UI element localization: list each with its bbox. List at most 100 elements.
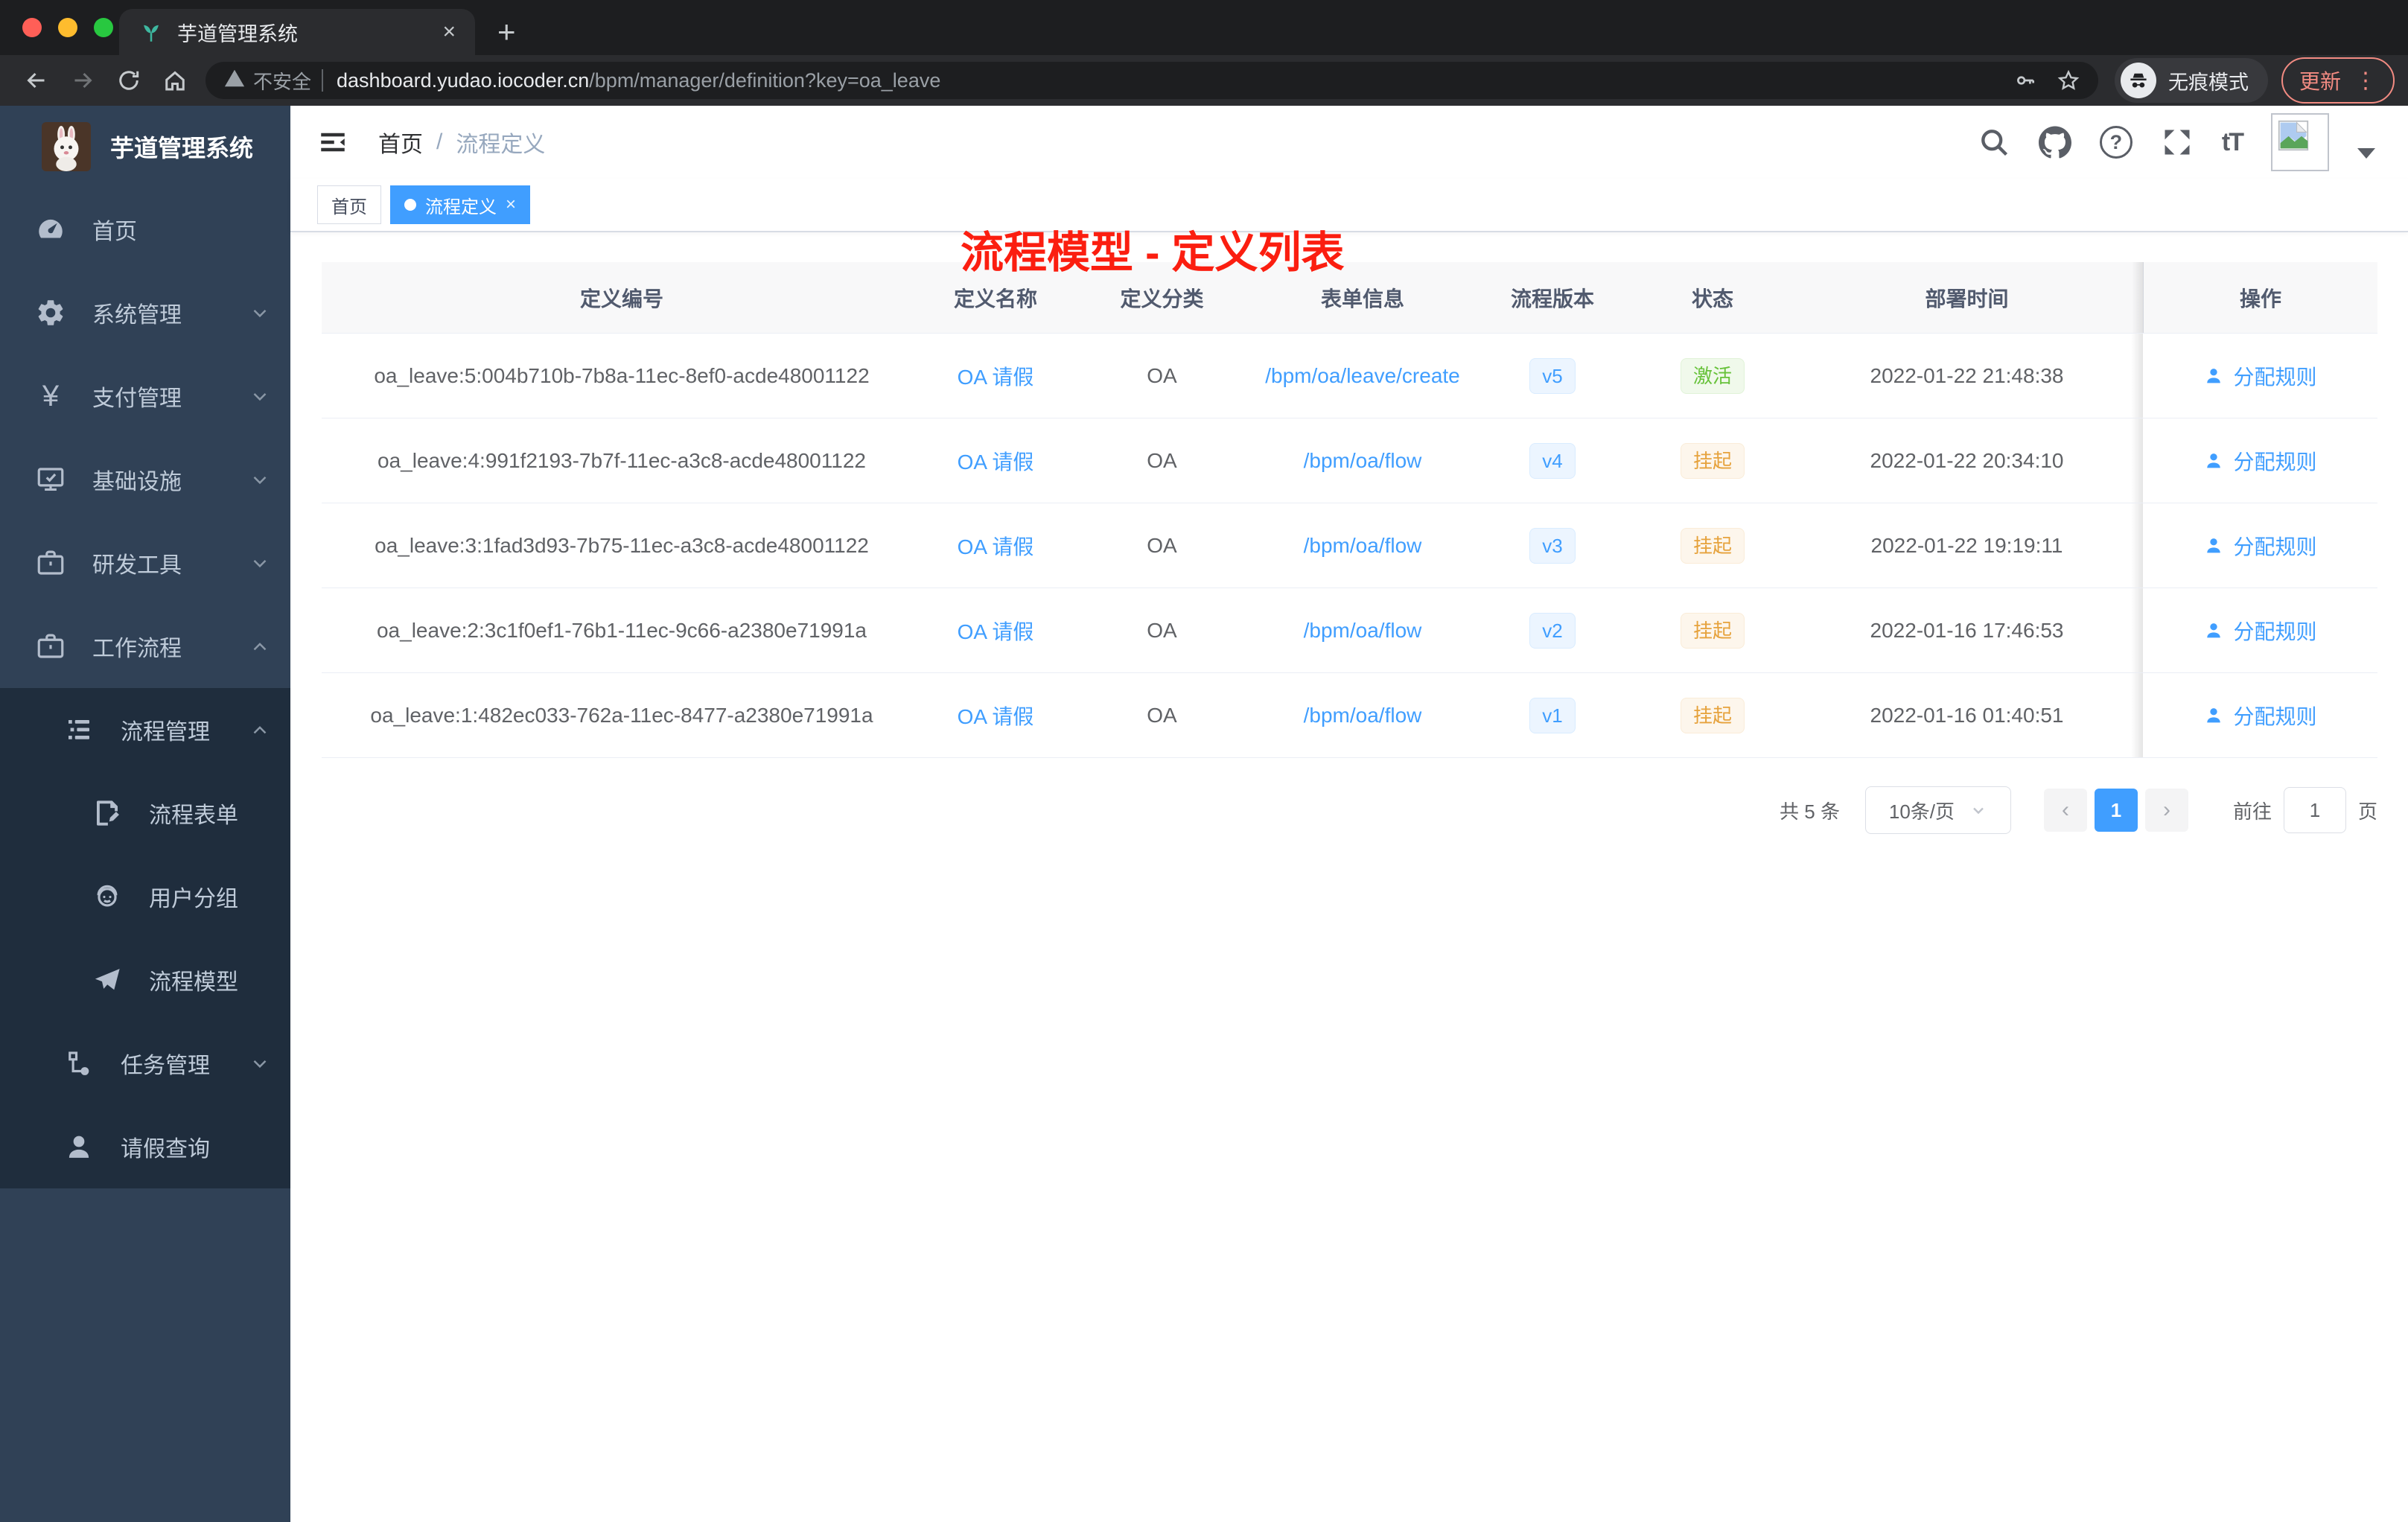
briefcase-icon xyxy=(33,631,69,662)
window-controls[interactable] xyxy=(22,18,113,37)
app-logo-rabbit-image xyxy=(42,122,91,171)
form-info-link[interactable]: /bpm/oa/flow xyxy=(1304,704,1422,727)
cell-category: OA xyxy=(1147,703,1177,727)
home-button[interactable] xyxy=(152,67,198,94)
minimize-window-button[interactable] xyxy=(58,18,77,37)
col-header-actions: 操作 xyxy=(2132,262,2377,333)
sidebar-item-infrastructure[interactable]: 基础设施 xyxy=(0,438,290,521)
reload-button[interactable] xyxy=(106,67,152,94)
sidebar-item-home[interactable]: 首页 xyxy=(0,188,290,271)
col-header-deploy-time: 部署时间 xyxy=(1925,287,2009,311)
sidebar-item-leave-query[interactable]: 请假查询 xyxy=(0,1105,290,1188)
definition-name-link[interactable]: OA 请假 xyxy=(958,701,1034,730)
form-info-link[interactable]: /bpm/oa/flow xyxy=(1304,619,1422,643)
breadcrumb-home[interactable]: 首页 xyxy=(378,126,423,159)
url-host[interactable]: dashboard.yudao.iocoder.cn xyxy=(337,69,589,92)
not-secure-warning-icon[interactable] xyxy=(223,67,246,95)
sidebar-item-user-group[interactable]: 用户分组 xyxy=(0,855,290,938)
sidebar-item-system[interactable]: 系统管理 xyxy=(0,271,290,354)
bookmark-star-icon[interactable] xyxy=(2057,69,2080,92)
paper-plane-icon xyxy=(89,964,125,996)
sidebar-item-process-model[interactable]: 流程模型 xyxy=(0,938,290,1022)
table-header-row: 定义编号 定义名称 定义分类 表单信息 流程版本 状态 部署时间 操作 xyxy=(322,262,2377,334)
chevron-down-icon xyxy=(249,468,271,491)
active-dot xyxy=(404,199,416,211)
cell-definition-id: oa_leave:5:004b710b-7b8a-11ec-8ef0-acde4… xyxy=(374,363,870,387)
avatar-broken-image[interactable] xyxy=(2271,113,2329,171)
security-label[interactable]: 不安全 xyxy=(253,67,311,95)
goto-page-input[interactable] xyxy=(2283,787,2346,833)
page-header: 首页 / 流程定义 流程模型 - 定义列表 ? tT xyxy=(290,106,2408,277)
form-info-link[interactable]: /bpm/oa/flow xyxy=(1304,449,1422,473)
tag-item[interactable]: 首页 xyxy=(317,185,381,224)
col-header-category: 定义分类 xyxy=(1120,287,1204,311)
zoom-window-button[interactable] xyxy=(94,18,113,37)
close-window-button[interactable] xyxy=(22,18,42,37)
sidebar-item-devtools[interactable]: 研发工具 xyxy=(0,521,290,605)
forward-button[interactable] xyxy=(60,67,106,94)
sidebar-item-label: 系统管理 xyxy=(92,303,182,328)
col-header-form: 表单信息 xyxy=(1320,287,1404,311)
sidebar-logo[interactable]: 芋道管理系统 xyxy=(0,106,290,188)
sidebar-item-label: 用户分组 xyxy=(149,887,238,911)
incognito-badge: 无痕模式 xyxy=(2114,58,2268,103)
assign-rule-link[interactable]: 分配规则 xyxy=(2203,701,2317,730)
key-icon[interactable] xyxy=(2013,69,2037,92)
user-group-icon xyxy=(89,881,125,912)
current-page-button[interactable]: 1 xyxy=(2094,789,2138,832)
tab-close-icon[interactable]: × xyxy=(442,19,456,45)
definition-name-link[interactable]: OA 请假 xyxy=(958,616,1034,646)
assign-rule-link[interactable]: 分配规则 xyxy=(2203,531,2317,561)
version-badge: v4 xyxy=(1529,442,1576,479)
form-info-link[interactable]: /bpm/oa/leave/create xyxy=(1265,364,1460,388)
form-info-link[interactable]: /bpm/oa/flow xyxy=(1304,534,1422,558)
chevron-down-icon xyxy=(249,385,271,407)
sidebar-item-label: 流程表单 xyxy=(149,803,238,828)
cell-category: OA xyxy=(1147,363,1177,387)
assign-rule-link[interactable]: 分配规则 xyxy=(2203,616,2317,646)
version-badge: v5 xyxy=(1529,357,1576,394)
back-button[interactable] xyxy=(13,67,60,94)
goto-label: 前往 xyxy=(2232,800,2272,823)
update-label[interactable]: 更新 xyxy=(2299,66,2341,95)
next-page-button[interactable]: › xyxy=(2144,789,2188,832)
update-button[interactable]: 更新 ⋮ xyxy=(2281,57,2395,104)
version-badge: v1 xyxy=(1529,697,1576,733)
sidebar-item-payment[interactable]: ¥ 支付管理 xyxy=(0,354,290,438)
browser-chrome: 芋道管理系统 × + 不安全 dashboard.yudao.iocoder.c… xyxy=(0,0,2408,106)
github-icon[interactable] xyxy=(2038,126,2071,159)
url-divider xyxy=(322,69,324,92)
assign-rule-link[interactable]: 分配规则 xyxy=(2203,361,2317,391)
assign-rule-label: 分配规则 xyxy=(2233,365,2317,389)
font-size-icon[interactable]: tT xyxy=(2222,128,2244,157)
tag-active[interactable]: 流程定义 × xyxy=(390,185,531,224)
avatar-dropdown-caret-icon[interactable] xyxy=(2357,148,2375,159)
url-path[interactable]: /bpm/manager/definition?key=oa_leave xyxy=(589,69,940,92)
browser-menu-icon[interactable]: ⋮ xyxy=(2354,68,2377,94)
help-icon[interactable]: ? xyxy=(2099,126,2133,159)
new-tab-button[interactable]: + xyxy=(497,16,516,48)
status-badge: 挂起 xyxy=(1680,612,1745,649)
cell-category: OA xyxy=(1147,448,1177,472)
chevron-up-icon xyxy=(249,719,271,741)
prev-page-button[interactable]: ‹ xyxy=(2043,789,2087,832)
assign-rule-link[interactable]: 分配规则 xyxy=(2203,446,2317,476)
fullscreen-icon[interactable] xyxy=(2161,126,2194,159)
sidebar-item-task-management[interactable]: 任务管理 xyxy=(0,1022,290,1105)
page-size-select[interactable]: 10条/页 xyxy=(1864,786,2011,834)
address-bar[interactable]: 不安全 dashboard.yudao.iocoder.cn/bpm/manag… xyxy=(206,62,2098,99)
definition-name-link[interactable]: OA 请假 xyxy=(958,361,1034,391)
tasks-icon xyxy=(61,1048,97,1079)
col-header-status: 状态 xyxy=(1691,287,1733,311)
definition-name-link[interactable]: OA 请假 xyxy=(958,446,1034,476)
browser-tab[interactable]: 芋道管理系统 × xyxy=(119,9,475,55)
sidebar-item-process-management[interactable]: 流程管理 xyxy=(0,688,290,771)
cell-deploy-time: 2022-01-22 21:48:38 xyxy=(1870,363,2064,387)
sidebar-collapse-icon[interactable] xyxy=(317,127,348,158)
sidebar-item-process-form[interactable]: 流程表单 xyxy=(0,771,290,855)
table-body: oa_leave:5:004b710b-7b8a-11ec-8ef0-acde4… xyxy=(322,334,2377,758)
definition-name-link[interactable]: OA 请假 xyxy=(958,531,1034,561)
sidebar-item-workflow[interactable]: 工作流程 xyxy=(0,605,290,688)
tag-close-icon[interactable]: × xyxy=(506,194,516,215)
search-icon[interactable] xyxy=(1978,126,2010,159)
